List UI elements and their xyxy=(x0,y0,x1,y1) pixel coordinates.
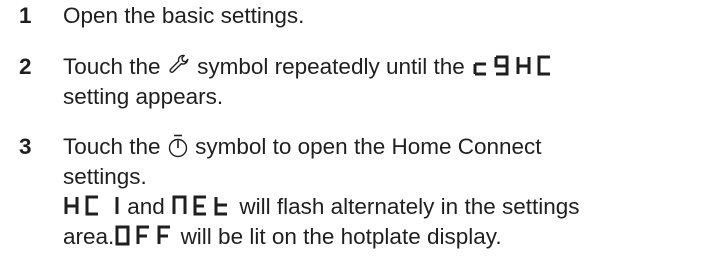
step-2-line-2: setting appears. xyxy=(63,84,224,109)
step-2-line-1: Touch the symbol repeatedly until the xyxy=(63,52,693,82)
display-code-net xyxy=(171,195,233,217)
step-3-line-1: Touch the symbol to open the Home Connec… xyxy=(63,132,693,162)
step-3-text-d: area. xyxy=(63,224,115,249)
step-3-line-3: and will flash alternately in the settin… xyxy=(63,192,693,222)
step-3-text-b: symbol to open the Home Connect xyxy=(195,134,542,159)
step-number: 2 xyxy=(19,54,32,79)
step-3-text-and: and xyxy=(127,194,165,219)
display-code-off xyxy=(114,225,174,247)
step-text: Touch the symbol to open the Home Connec… xyxy=(63,132,693,252)
timer-icon xyxy=(167,134,189,166)
display-code-c9hc xyxy=(471,55,553,77)
step-2-text-b: symbol repeatedly until the xyxy=(197,54,465,79)
step-3-text-c: will flash alternately in the settings xyxy=(239,194,580,219)
step-number: 1 xyxy=(19,3,32,28)
step-3-text-a: Touch the xyxy=(63,134,161,159)
step-1-line: Open the basic settings. xyxy=(63,3,305,28)
step-number: 3 xyxy=(19,134,32,159)
step-text: Touch the symbol repeatedly until the se… xyxy=(63,52,693,112)
step-3-line-4: area. will be lit on the hotplate displa… xyxy=(63,222,693,252)
step-3-text-e: will be lit on the hotplate display. xyxy=(180,224,502,249)
display-code-hc1 xyxy=(63,195,121,217)
step-2-text-a: Touch the xyxy=(63,54,161,79)
step-3-line-2: settings. xyxy=(63,164,147,189)
step-text: Open the basic settings. xyxy=(63,1,693,31)
